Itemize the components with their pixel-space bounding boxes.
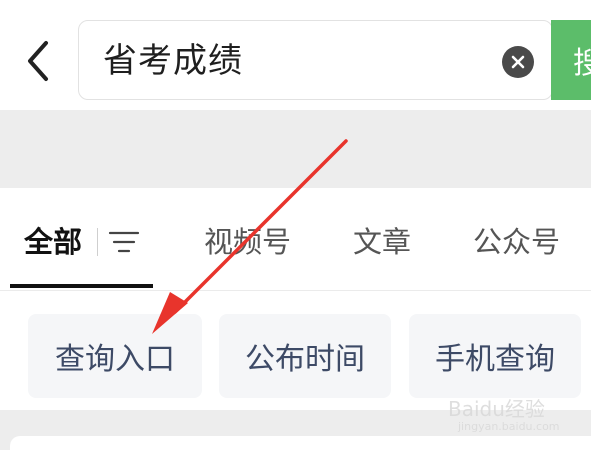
divider-band [0, 110, 591, 188]
search-button[interactable]: 搜 [551, 20, 591, 100]
tab-bar: 全部 视频号 文章 公众号 [0, 188, 591, 292]
filter-icon[interactable] [108, 230, 140, 254]
suggestion-chip-label: 公布时间 [245, 342, 365, 377]
tab-articles[interactable]: 文章 [353, 224, 411, 260]
watermark-logo: Baidu经验 [448, 397, 545, 421]
suggestion-chip[interactable]: 查询入口 [28, 314, 202, 398]
active-tab-indicator [10, 284, 153, 288]
close-icon [511, 55, 525, 69]
suggestion-chip[interactable]: 手机查询 [409, 314, 581, 398]
back-button[interactable] [16, 36, 60, 86]
search-input[interactable]: 省考成绩 [103, 41, 243, 81]
tabs-border [0, 290, 591, 291]
suggestion-chip[interactable]: 公布时间 [219, 314, 391, 398]
search-box[interactable]: 省考成绩 [78, 20, 553, 100]
result-card[interactable] [10, 436, 591, 466]
tab-official-accounts[interactable]: 公众号 [473, 224, 560, 260]
clear-button[interactable] [502, 46, 534, 78]
suggestion-chip-label: 手机查询 [435, 342, 555, 377]
suggestion-chip-label: 查询入口 [55, 342, 175, 377]
search-button-label: 搜 [573, 46, 591, 81]
tab-divider [97, 228, 98, 256]
tab-channels[interactable]: 视频号 [204, 224, 291, 260]
tab-all[interactable]: 全部 [24, 224, 82, 260]
top-bar: 省考成绩 搜 [0, 0, 591, 110]
watermark-url: jingyan.baidu.com [458, 420, 560, 433]
chevron-left-icon [28, 41, 48, 81]
